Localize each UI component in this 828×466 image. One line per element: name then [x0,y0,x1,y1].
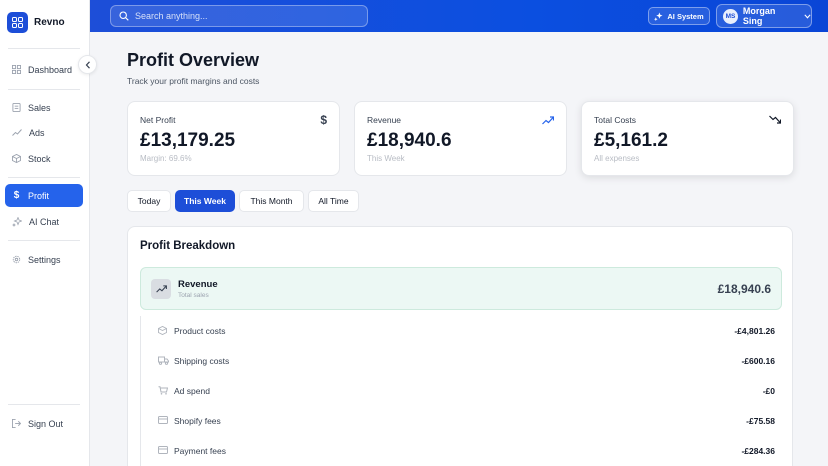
card-value: £18,940.6 [367,130,452,151]
sign-out-button[interactable]: Sign Out [5,412,83,435]
cost-label: Shipping costs [174,356,230,366]
tab-this-month[interactable]: This Month [239,190,304,212]
card-icon [158,446,168,454]
chevron-down-icon [804,13,811,19]
sidebar-divider [8,89,80,90]
box-icon [12,154,21,163]
breakdown-title: Profit Breakdown [140,240,236,252]
sidebar-item-dashboard[interactable]: Dashboard [5,58,83,81]
sidebar-divider [8,404,80,405]
revenue-label: Revenue [178,279,218,290]
sidebar-item-label: Profit [28,190,50,201]
card-label: Net Profit [140,115,176,125]
sidebar-item-label: Settings [28,254,61,265]
sidebar-item-ai-chat[interactable]: AI Chat [5,210,83,233]
list-item: Shopify fees -£75.58 [141,406,783,436]
sparkles-icon [12,216,22,227]
net-profit-card: Net Profit $ £13,179.25 Margin: 69.6% [127,101,340,176]
sidebar-item-label: Ads [29,127,45,138]
cost-label: Ad spend [174,386,210,396]
cost-label: Shopify fees [174,416,221,426]
revenue-amount: £18,940.6 [717,282,771,296]
list-item: Shipping costs -£600.16 [141,346,783,376]
sidebar-item-sales[interactable]: Sales [5,96,83,119]
list-item: Product costs -£4,801.26 [141,316,783,346]
sidebar-divider [8,240,80,241]
tab-today[interactable]: Today [127,190,171,212]
cost-label: Product costs [174,326,226,336]
cart-icon [158,386,168,395]
cost-value: -£75.58 [746,416,775,426]
sidebar-item-label: Stock [28,153,51,164]
sidebar-item-stock[interactable]: Stock [5,147,83,170]
cost-value: -£600.16 [741,356,775,366]
sidebar-divider [8,177,80,178]
box-icon [158,326,167,335]
avatar: MS [723,8,738,24]
card-label: Revenue [367,115,402,125]
user-name: Morgan Sing [742,6,776,26]
list-item: Ad spend -£0 [141,376,783,406]
dollar-icon: $ [13,190,20,201]
sign-out-label: Sign Out [28,418,64,429]
search-icon [119,11,129,21]
gear-icon [12,255,21,264]
card-value: £5,161.2 [594,130,668,151]
logo-icon [7,12,28,33]
cost-value: -£0 [762,386,775,396]
sparkles-icon [654,11,663,21]
card-note: All expenses [594,154,640,163]
page-title: Profit Overview [127,50,260,70]
sidebar-divider [8,48,80,49]
cost-value: -£284.36 [741,446,775,456]
revenue-card: Revenue £18,940.6 This Week [354,101,567,176]
sign-out-icon [12,419,21,428]
trending-up-icon [12,129,22,136]
sidebar-item-ads[interactable]: Ads [5,121,83,144]
trending-down-icon [769,115,781,124]
cost-value: -£4,801.26 [734,326,775,336]
sidebar-item-settings[interactable]: Settings [5,248,83,271]
sidebar-item-label: AI Chat [29,216,60,227]
list-item: Payment fees -£284.36 [141,436,783,466]
sidebar-item-profit[interactable]: $ Profit [5,184,83,207]
sidebar-collapse-button[interactable] [78,55,97,74]
sidebar-item-label: Sales [28,102,51,113]
trending-up-icon [542,116,554,125]
search-box[interactable] [110,5,368,27]
sidebar-item-label: Dashboard [28,64,73,75]
user-menu-button[interactable]: MS Morgan Sing [716,4,812,28]
dollar-icon: $ [320,113,327,127]
sidebar: Revno Dashboard Sales Ads Stock $ Profit… [0,0,90,466]
card-note: This Week [367,154,405,163]
card-icon [158,416,168,424]
revenue-sublabel: Total sales [178,292,209,299]
brand-name: Revno [34,17,65,28]
ai-system-button[interactable]: AI System [648,7,710,25]
card-value: £13,179.25 [140,130,236,151]
chevron-left-icon [85,60,90,69]
ai-system-label: AI System [667,11,704,21]
page-subtitle: Track your profit margins and costs [127,76,260,86]
profit-breakdown-panel: Profit Breakdown Revenue Total sales £18… [127,226,793,466]
search-input[interactable] [135,11,355,21]
card-note: Margin: 69.6% [140,154,192,163]
total-costs-card: Total Costs £5,161.2 All expenses [581,101,794,176]
top-bar: AI System MS Morgan Sing [90,0,828,32]
brand-logo[interactable]: Revno [7,12,65,33]
cost-list: Product costs -£4,801.26 Shipping costs … [140,316,782,466]
receipt-icon [12,103,21,112]
card-label: Total Costs [594,115,637,125]
revenue-summary: Revenue Total sales £18,940.6 [140,267,782,310]
tab-this-week[interactable]: This Week [175,190,235,212]
cost-label: Payment fees [174,446,226,456]
layout-grid-icon [12,65,21,74]
trending-up-icon [151,279,171,299]
tab-all-time[interactable]: All Time [308,190,359,212]
truck-icon [158,356,169,365]
